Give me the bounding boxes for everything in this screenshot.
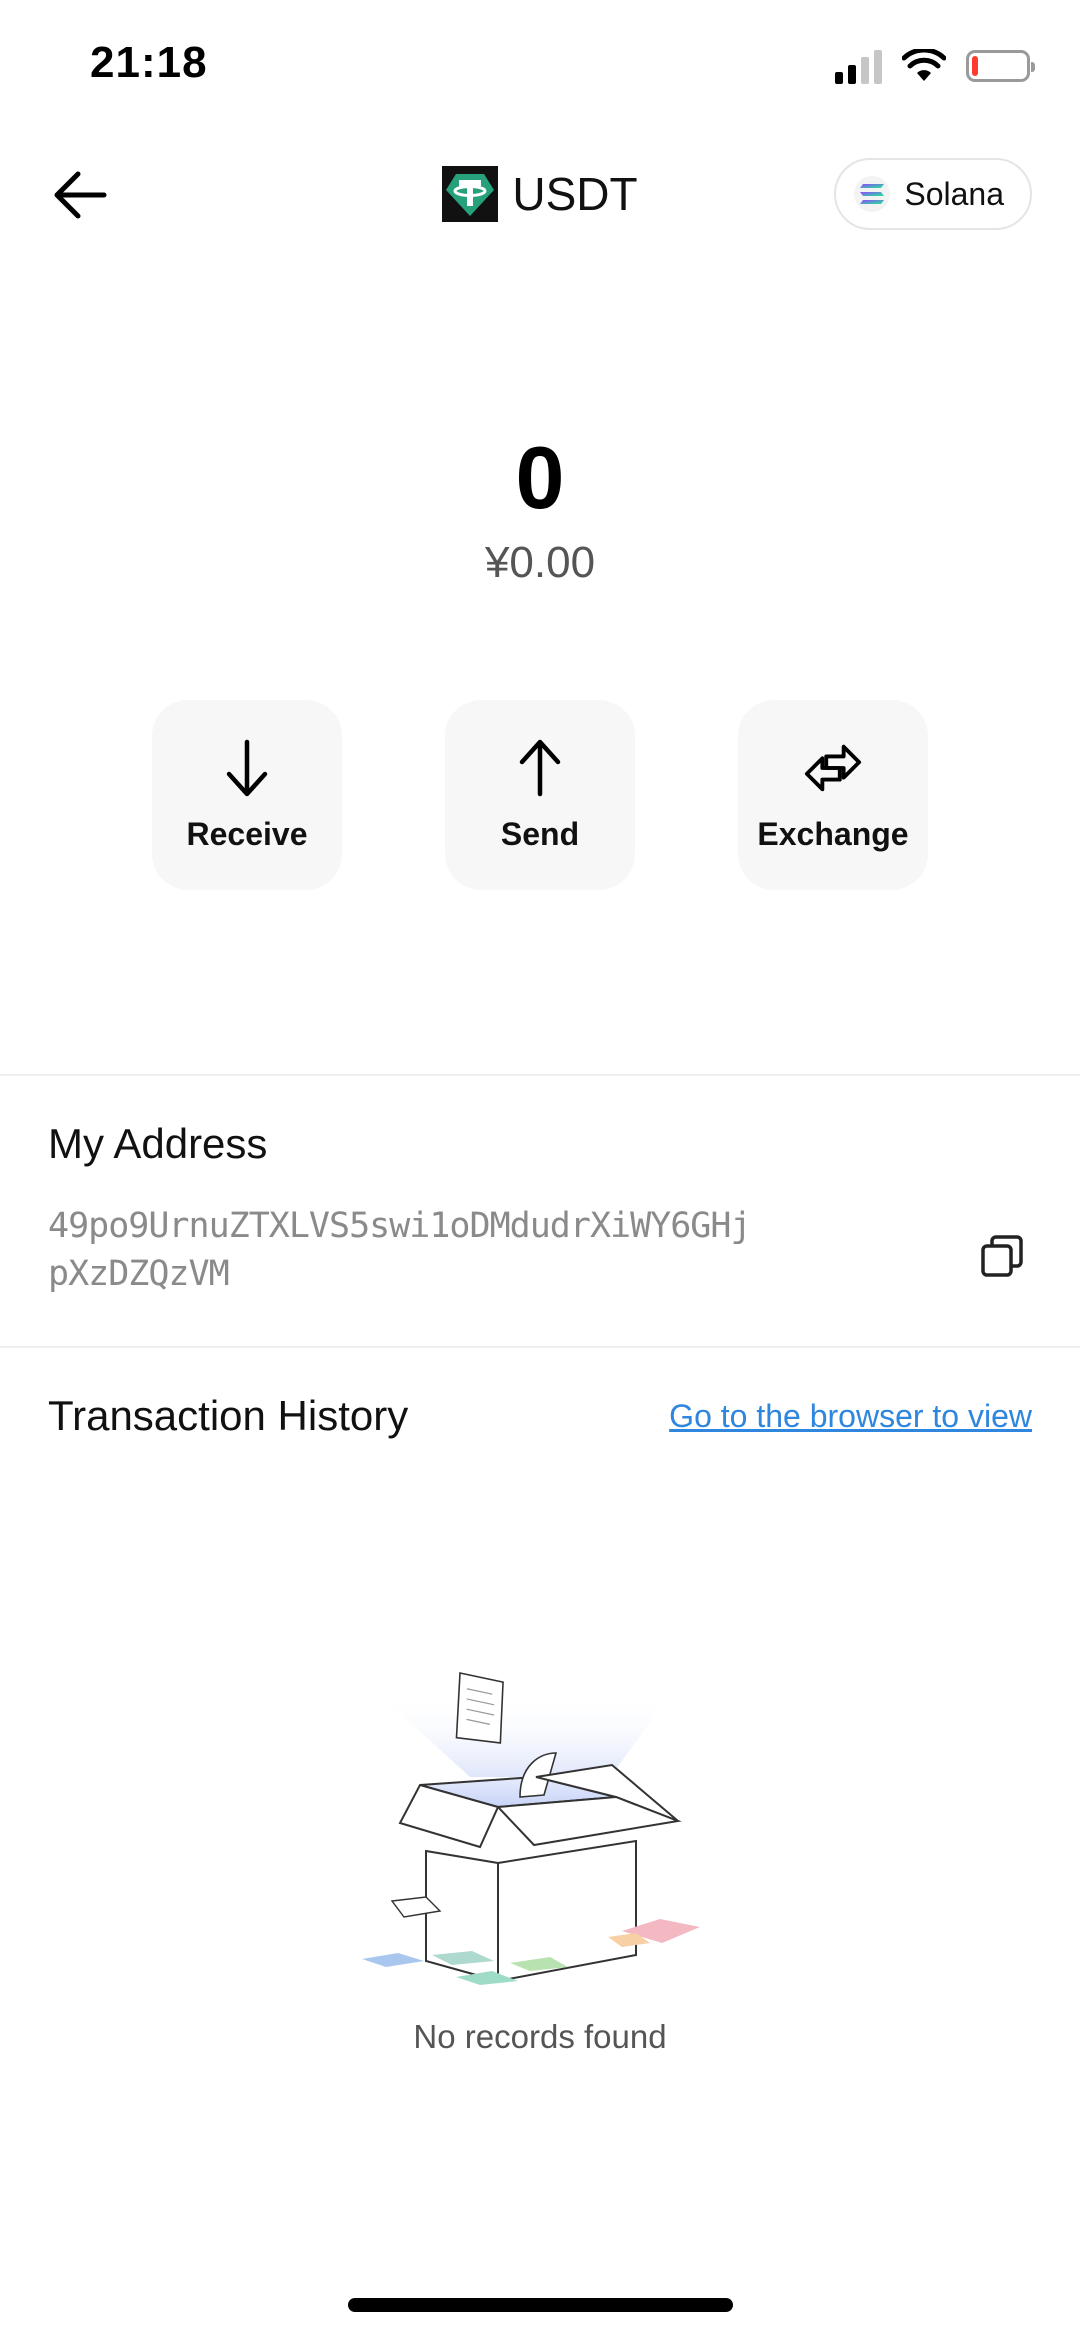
receive-label: Receive [186, 815, 308, 852]
status-bar: 21:18 [0, 0, 1080, 130]
send-button[interactable]: Send [445, 700, 635, 890]
signal-icon [835, 48, 882, 84]
home-indicator[interactable] [348, 2298, 733, 2312]
action-buttons: Receive Send Exchange [0, 700, 1080, 890]
page-title: USDT [512, 168, 638, 220]
balance-amount: 0 [515, 428, 565, 527]
copy-icon [981, 1235, 1023, 1277]
browser-link[interactable]: Go to the browser to view [669, 1398, 1032, 1435]
divider [0, 1074, 1080, 1076]
address-title: My Address [48, 1120, 268, 1167]
status-icons [835, 48, 1035, 84]
network-label: Solana [904, 175, 1004, 212]
wallet-address: 49po9UrnuZTXLVS5swi1oDMdudrXiWY6GHjpXzDZ… [48, 1206, 752, 1294]
battery-fill [972, 56, 979, 76]
divider [0, 1346, 1080, 1348]
balance: 0 ¥0.00 [0, 432, 1080, 588]
wifi-icon [902, 49, 946, 81]
balance-fiat: ¥0.00 [484, 538, 596, 587]
solana-icon [854, 176, 891, 212]
copy-button[interactable] [972, 1226, 1032, 1286]
history-title: Transaction History [48, 1392, 409, 1439]
arrow-up-icon [510, 738, 570, 798]
arrow-down-icon [217, 738, 277, 798]
send-label: Send [500, 815, 580, 852]
address-section: My Address 49po9UrnuZTXLVS5swi1oDMdudrXi… [48, 1120, 1032, 1298]
receive-button[interactable]: Receive [152, 700, 342, 890]
network-selector[interactable]: Solana [834, 158, 1032, 230]
empty-state-text: No records found [413, 2018, 667, 2055]
swap-icon [803, 738, 863, 798]
header: USDT Solana [0, 140, 1080, 250]
exchange-label: Exchange [757, 815, 909, 852]
exchange-button[interactable]: Exchange [738, 700, 928, 890]
empty-box-icon [362, 1672, 700, 1985]
tether-icon [442, 166, 499, 222]
battery-icon [966, 50, 1035, 82]
status-time: 21:18 [90, 38, 208, 87]
history-header: Transaction History Go to the browser to… [48, 1392, 1032, 1440]
